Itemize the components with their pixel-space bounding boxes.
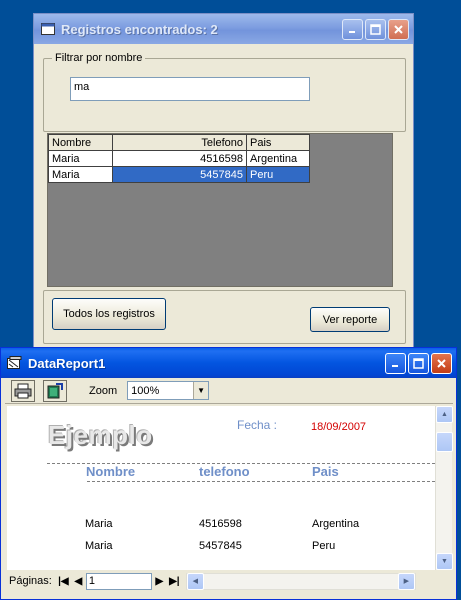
grid-header-row: Nombre Telefono Pais — [48, 134, 310, 151]
report-statusbar: Páginas: |◀ ◀ 1 ▶ ▶| ◀ ▶ — [5, 570, 453, 592]
scroll-down-arrow-icon[interactable]: ▼ — [436, 553, 453, 570]
report-date-value: 18/09/2007 — [311, 421, 367, 433]
report-cell-nombre: Maria — [85, 518, 113, 530]
minimize-button[interactable] — [385, 352, 406, 374]
report-header-nombre: Nombre — [86, 464, 136, 479]
scroll-up-arrow-icon[interactable]: ▲ — [436, 406, 453, 423]
first-page-icon[interactable]: |◀ — [56, 573, 71, 590]
maximize-button[interactable] — [365, 18, 386, 40]
records-table: Nombre Telefono Pais Maria 4516598 Argen… — [48, 134, 310, 183]
filter-name-input[interactable]: ma — [70, 77, 310, 101]
report-header-pais: Pais — [312, 464, 339, 479]
print-button[interactable] — [11, 379, 35, 402]
horizontal-scrollbar[interactable]: ◀ ▶ — [185, 572, 416, 590]
close-button[interactable] — [431, 352, 452, 374]
printer-icon — [14, 383, 32, 398]
report-cell-pais: Argentina — [312, 518, 360, 530]
cell-pais[interactable]: Argentina — [246, 150, 310, 167]
table-row-selected[interactable]: Maria 5457845 Peru — [48, 166, 310, 183]
report-window-titlebar[interactable]: DataReport1 — [1, 348, 456, 378]
report-window: DataReport1 Zoom 100% ▼ Ejemplo Fecha : … — [0, 347, 457, 600]
window-title: Registros encontrados: 2 — [61, 21, 218, 37]
report-cell-pais: Peru — [312, 540, 336, 552]
zoom-value: 100% — [131, 384, 160, 397]
page-number-input[interactable]: 1 — [85, 572, 152, 590]
scroll-left-arrow-icon[interactable]: ◀ — [186, 572, 204, 590]
export-button[interactable] — [43, 379, 67, 402]
column-header-telefono[interactable]: Telefono — [112, 134, 247, 151]
window-title: DataReport1 — [28, 355, 106, 371]
search-window: Registros encontrados: 2 Filtrar por nom… — [33, 13, 414, 348]
cell-nombre[interactable]: Maria — [48, 150, 113, 167]
scroll-thumb[interactable] — [436, 432, 453, 452]
view-report-button[interactable]: Ver reporte — [310, 307, 390, 332]
report-toolbar: Zoom 100% ▼ — [5, 378, 453, 404]
filter-group-label: Filtrar por nombre — [52, 52, 146, 64]
search-window-titlebar[interactable]: Registros encontrados: 2 — [34, 14, 413, 44]
close-button[interactable] — [388, 18, 409, 40]
previous-page-icon[interactable]: ◀ — [71, 573, 86, 590]
next-page-icon[interactable]: ▶ — [152, 573, 167, 590]
report-date-label: Fecha : — [237, 418, 278, 432]
report-icon — [7, 356, 22, 370]
export-icon — [47, 382, 63, 398]
table-row[interactable]: Maria 4516598 Argentina — [48, 150, 310, 167]
records-grid[interactable]: Nombre Telefono Pais Maria 4516598 Argen… — [47, 133, 393, 287]
form-icon — [40, 22, 55, 36]
all-records-button[interactable]: Todos los registros — [52, 298, 166, 330]
minimize-button[interactable] — [342, 18, 363, 40]
pages-label: Páginas: — [9, 575, 52, 587]
zoom-select[interactable]: 100% ▼ — [127, 381, 210, 400]
report-page: Ejemplo Fecha : 18/09/2007 Nombre telefo… — [7, 406, 435, 570]
scroll-right-arrow-icon[interactable]: ▶ — [397, 572, 415, 590]
report-header-telefono: telefono — [199, 464, 250, 479]
filter-groupbox: Filtrar por nombre ma — [43, 52, 406, 132]
zoom-label: Zoom — [89, 384, 118, 397]
report-cell-nombre: Maria — [85, 540, 113, 552]
column-header-pais[interactable]: Pais — [246, 134, 310, 151]
chevron-down-icon[interactable]: ▼ — [193, 382, 209, 399]
cell-nombre[interactable]: Maria — [48, 166, 113, 183]
cell-telefono[interactable]: 5457845 — [112, 166, 247, 183]
column-header-nombre[interactable]: Nombre — [48, 134, 113, 151]
report-cell-telefono: 4516598 — [199, 518, 242, 530]
report-cell-telefono: 5457845 — [199, 540, 242, 552]
last-page-icon[interactable]: ▶| — [167, 573, 182, 590]
cell-pais[interactable]: Peru — [246, 166, 310, 183]
vertical-scrollbar[interactable]: ▲ ▼ — [435, 406, 453, 570]
report-title: Ejemplo — [48, 420, 153, 450]
maximize-button[interactable] — [408, 352, 429, 374]
cell-telefono[interactable]: 4516598 — [112, 150, 247, 167]
report-header-divider — [87, 481, 435, 482]
